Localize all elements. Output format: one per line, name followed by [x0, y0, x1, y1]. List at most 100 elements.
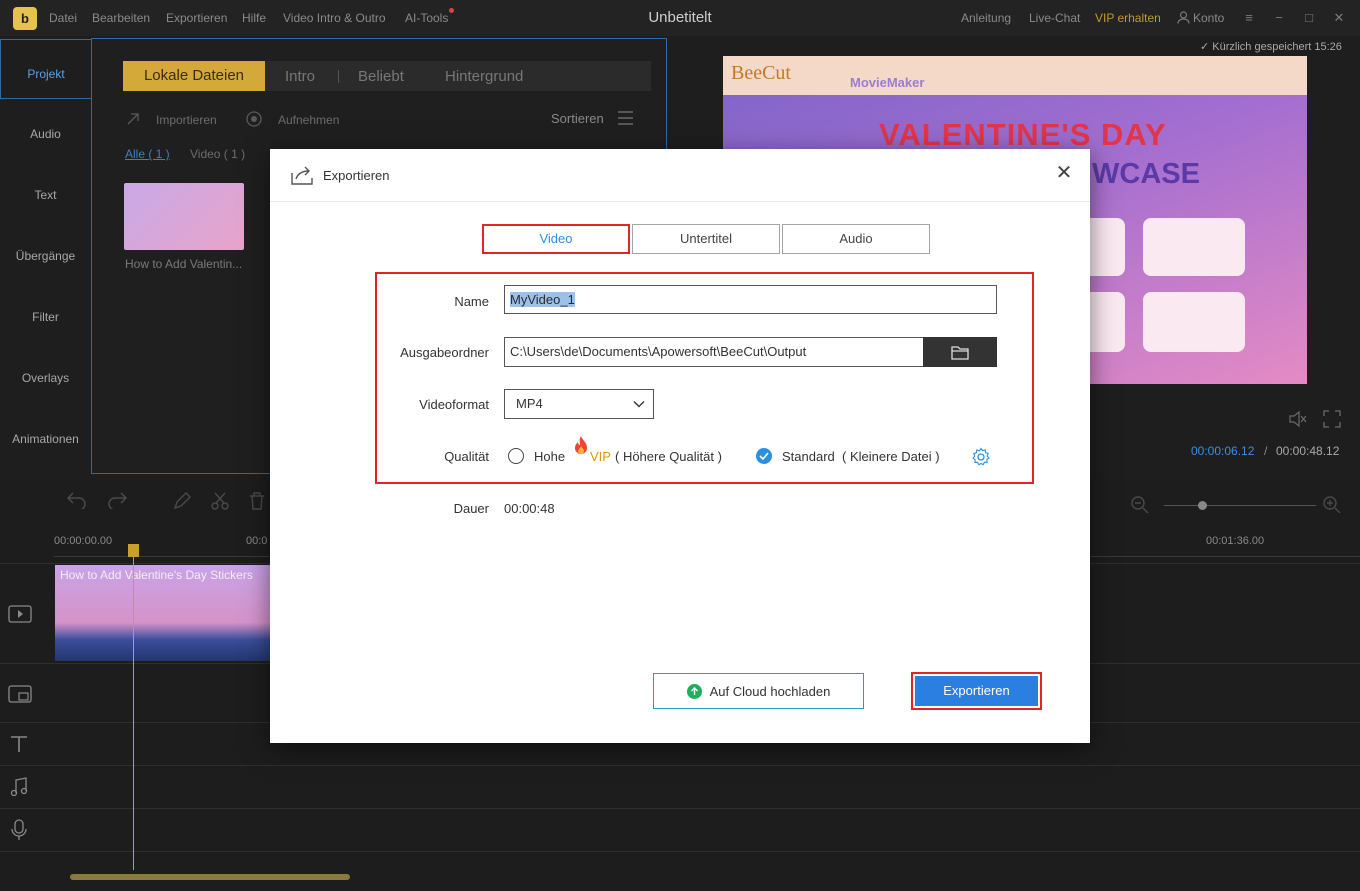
timeline-scrollbar[interactable]	[70, 874, 350, 880]
folder-icon	[951, 345, 969, 360]
live-chat-link[interactable]: Live-Chat	[1029, 11, 1080, 25]
format-dropdown[interactable]: MP4	[504, 389, 654, 419]
time-current: 00:00:06.12	[1191, 444, 1255, 458]
format-label: Videoformat	[419, 397, 489, 412]
fullscreen-icon[interactable]	[1323, 410, 1341, 428]
preview-card	[1143, 218, 1245, 276]
clip-title: How to Add Valentine's Day Stickers	[60, 568, 253, 582]
beecut-logo: BeeCut	[731, 62, 791, 84]
tab-beliebt[interactable]: Beliebt	[358, 68, 404, 85]
nav-overlays[interactable]: Overlays	[0, 371, 91, 385]
vip-badge: VIP	[590, 449, 611, 464]
zoom-in-icon[interactable]	[1322, 495, 1342, 515]
track-divider	[0, 851, 1360, 852]
edit-icon[interactable]	[172, 491, 192, 511]
text-track-icon	[11, 736, 27, 752]
preview-card	[1143, 292, 1245, 352]
voiceover-track-icon	[11, 819, 27, 840]
upload-cloud-label: Auf Cloud hochladen	[709, 683, 831, 699]
tab-intro[interactable]: Intro	[285, 68, 315, 85]
record-icon[interactable]	[246, 111, 262, 127]
preview-headline: VALENTINE'S DAY	[879, 117, 1167, 152]
nav-uebergaenge[interactable]: Übergänge	[0, 249, 91, 263]
cut-icon[interactable]	[210, 491, 230, 511]
tab-video[interactable]: Video	[482, 224, 630, 254]
time-total: 00:00:48.12	[1276, 444, 1340, 458]
gear-icon[interactable]	[971, 447, 991, 467]
export-button[interactable]: Exportieren	[915, 676, 1038, 706]
nav-text[interactable]: Text	[0, 188, 91, 202]
quality-high-label[interactable]: Hohe	[534, 449, 565, 464]
music-track-icon	[10, 777, 28, 797]
duration-value: 00:00:48	[504, 501, 555, 516]
zoom-slider-handle[interactable]	[1198, 501, 1207, 510]
output-folder-input[interactable]: C:\Users\de\Documents\Apowersoft\BeeCut\…	[504, 337, 924, 367]
volume-mute-icon[interactable]	[1288, 410, 1308, 428]
nav-animationen[interactable]: Animationen	[0, 432, 91, 446]
record-label[interactable]: Aufnehmen	[278, 113, 339, 127]
export-dialog: Exportieren ✕ Video Untertitel Audio Nam…	[270, 149, 1090, 743]
quality-high-description: ( Höhere Qualität )	[615, 449, 722, 464]
name-input[interactable]: MyVideo_1	[504, 285, 997, 314]
name-label: Name	[454, 294, 489, 309]
track-divider	[0, 765, 1360, 766]
duration-label: Dauer	[453, 501, 489, 516]
dialog-title: Exportieren	[323, 168, 390, 183]
quality-label: Qualität	[444, 449, 489, 464]
import-label[interactable]: Importieren	[156, 113, 217, 127]
video-track-icon	[8, 605, 32, 623]
timeline-tick: 00:01:36.00	[1206, 535, 1265, 547]
settings-menu-icon[interactable]: ≡	[1241, 10, 1257, 26]
close-icon[interactable]: ✕	[1054, 163, 1074, 183]
tab-hintergrund[interactable]: Hintergrund	[445, 68, 523, 85]
undo-icon[interactable]	[66, 491, 88, 509]
sort-list-icon[interactable]	[617, 110, 634, 126]
nav-projekt[interactable]: Projekt	[0, 39, 91, 99]
quality-standard-radio[interactable]	[756, 448, 772, 464]
browse-folder-button[interactable]	[923, 337, 997, 367]
playhead-line[interactable]	[133, 548, 134, 870]
saved-status: ✓ Kürzlich gespeichert 15:26	[1200, 41, 1342, 53]
chevron-down-icon	[633, 401, 645, 408]
sort-label[interactable]: Sortieren	[551, 111, 604, 126]
check-icon	[759, 452, 769, 460]
upload-cloud-button[interactable]: Auf Cloud hochladen	[653, 673, 864, 709]
zoom-slider-track[interactable]	[1164, 505, 1316, 506]
moviemaker-label: MovieMaker	[850, 75, 925, 90]
timeline-tick: 00:00:00.00	[54, 535, 113, 547]
nav-audio[interactable]: Audio	[0, 127, 91, 141]
maximize-icon[interactable]: □	[1301, 10, 1317, 26]
tab-untertitel[interactable]: Untertitel	[632, 224, 780, 254]
thumbnail-caption: How to Add Valentin...	[125, 257, 243, 271]
flame-icon	[575, 436, 587, 454]
import-icon[interactable]	[125, 111, 141, 127]
filter-all[interactable]: Alle ( 1 )	[125, 147, 170, 161]
track-divider	[0, 808, 1360, 809]
tab-lokale-dateien[interactable]: Lokale Dateien	[123, 61, 265, 91]
tutorial-link[interactable]: Anleitung	[961, 11, 1011, 25]
tab-separator	[338, 70, 339, 83]
user-icon	[1177, 11, 1190, 24]
preview-subheadline: WCASE	[1092, 158, 1200, 190]
vip-link[interactable]: VIP erhalten	[1095, 11, 1161, 25]
quality-high-radio[interactable]	[508, 448, 524, 464]
close-window-icon[interactable]: ✕	[1331, 10, 1347, 26]
account-button[interactable]: Konto	[1177, 11, 1224, 25]
playhead-handle[interactable]	[128, 544, 139, 557]
timeline-tick: 00:0	[246, 535, 268, 547]
delete-icon[interactable]	[247, 491, 267, 511]
zoom-out-icon[interactable]	[1130, 495, 1150, 515]
export-icon	[291, 166, 313, 185]
media-thumbnail[interactable]	[124, 183, 244, 250]
tab-audio[interactable]: Audio	[782, 224, 930, 254]
dialog-header-divider	[270, 201, 1090, 202]
redo-icon[interactable]	[106, 491, 128, 509]
time-separator: /	[1264, 444, 1268, 458]
preview-banner	[723, 56, 1307, 95]
filter-video[interactable]: Video ( 1 )	[190, 147, 245, 161]
quality-standard-label[interactable]: Standard	[782, 449, 835, 464]
output-folder-label: Ausgabeordner	[400, 345, 489, 360]
minimize-icon[interactable]: −	[1271, 10, 1287, 26]
nav-filter[interactable]: Filter	[0, 310, 91, 324]
overlay-track-icon	[8, 685, 32, 703]
